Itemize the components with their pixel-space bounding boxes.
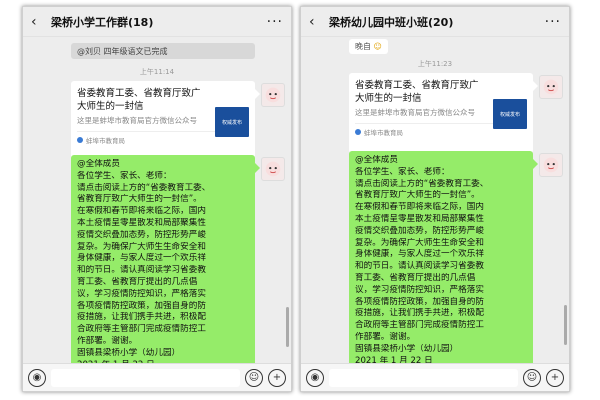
message-line: 作部署。谢谢。	[355, 331, 416, 342]
message-line: 身体健康，与家人度过一个欢乐祥	[77, 253, 206, 264]
bubble-tail	[533, 81, 538, 91]
emoji-icon[interactable]: ☺	[523, 368, 541, 387]
add-icon[interactable]: +	[546, 368, 564, 387]
message-text: @全体成员 各位学生、家长、老师： 请点击阅读上方的“省委教育工委、 省教育厅致广大师…	[355, 155, 527, 363]
message-line: 各项疫情防控政策，加强自身的防	[77, 300, 206, 311]
chat-window-right: ‹ 梁桥幼儿园中班小班(20) ··· 晚自 ☺ 上午11:23 省委教育工委、…	[300, 6, 570, 392]
article-description: 这里是蚌埠市教育局官方微信公众号	[77, 116, 197, 125]
message-line: 合政府等主管部门完成疫情防控工	[355, 320, 484, 331]
avatar[interactable]	[261, 157, 285, 181]
chat-window-left: ‹ 梁桥小学工作群(18) ··· @刘贝 四年级语文已完成 上午11:14 省…	[22, 6, 292, 392]
article-thumbnail: 权威发布	[493, 99, 527, 129]
message-line: 请点击阅读上方的“省委教育工委、	[355, 178, 489, 189]
message-line: 复杂。为确保广大师生生命安全和	[355, 237, 484, 248]
message-line: 在寒假和春节即将来临之际，国内	[77, 206, 206, 217]
message-list[interactable]: @刘贝 四年级语文已完成 上午11:14 省委教育工委、省教育厅致广大师生的一封…	[23, 37, 291, 363]
message-line: 固镇县梁桥小学（幼儿园）	[77, 347, 181, 358]
announcement-message[interactable]: @全体成员 各位学生、家长、老师： 请点击阅读上方的“省委教育工委、 省教育厅致广大师…	[349, 151, 538, 363]
bubble-tail	[255, 89, 260, 99]
chat-header: ‹ 梁桥小学工作群(18) ···	[23, 7, 291, 37]
article-source-name: 蚌埠市教育局	[86, 137, 125, 145]
voice-icon[interactable]: ◉	[28, 368, 46, 387]
back-arrow-icon[interactable]: ‹	[31, 14, 45, 30]
message-line: 复杂。为确保广大师生生命安全和	[77, 241, 206, 252]
previous-message[interactable]: 晚自 ☺	[349, 39, 388, 54]
message-input[interactable]	[51, 368, 240, 387]
message-line: 作部署。谢谢。	[77, 335, 138, 346]
source-logo-icon	[355, 129, 361, 135]
message-text: @全体成员 各位学生、家长、老师： 请点击阅读上方的“省委教育工委、 省教育厅致广大师…	[77, 159, 249, 363]
source-logo-icon	[77, 137, 83, 143]
announcement-message[interactable]: @全体成员 各位学生、家长、老师： 请点击阅读上方的“省委教育工委、 省教育厅致广大师…	[71, 155, 260, 363]
message-line: 省教育厅致广大师生的一封信”。	[355, 190, 480, 201]
article-thumbnail: 权威发布	[215, 107, 249, 137]
article-title: 省委教育工委、省教育厅致广大师生的一封信	[77, 88, 201, 112]
previous-message-text: 晚自	[355, 42, 371, 51]
scrollbar[interactable]	[286, 307, 289, 347]
more-dots-icon[interactable]: ···	[545, 14, 561, 30]
message-line: 议，学习疫情防控知识，严格落实	[355, 284, 484, 295]
message-line: 合政府等主管部门完成疫情防控工	[77, 324, 206, 335]
emoji-icon[interactable]: ☺	[245, 368, 263, 387]
message-line: 在寒假和春节即将来临之际，国内	[355, 202, 484, 213]
message-line: 育工委、省教育厅提出的几点倡	[355, 272, 476, 283]
scrollbar[interactable]	[564, 305, 567, 345]
chat-title: 梁桥小学工作群(18)	[51, 15, 154, 29]
message-line: 疫措施，让我们携手共进，积极配	[77, 312, 206, 323]
message-line: 各位学生、家长、老师：	[77, 170, 172, 181]
message-list[interactable]: 晚自 ☺ 上午11:23 省委教育工委、省教育厅致广大师生的一封信 这里是蚌埠市…	[301, 37, 569, 363]
message-line: 疫措施，让我们携手共进，积极配	[355, 308, 484, 319]
message-line: 各位学生、家长、老师：	[355, 166, 450, 177]
input-bar: ◉ ☺ +	[301, 363, 569, 391]
add-icon[interactable]: +	[268, 368, 286, 387]
more-dots-icon[interactable]: ···	[267, 14, 283, 30]
message-input[interactable]	[329, 368, 518, 387]
article-title: 省委教育工委、省教育厅致广大师生的一封信	[355, 80, 479, 104]
message-line: 本土疫情呈零星散发和局部聚集性	[77, 217, 206, 228]
message-line: @全体成员	[355, 155, 398, 165]
previous-message[interactable]: @刘贝 四年级语文已完成	[71, 43, 255, 59]
message-line: 疫情交织叠加态势，防控形势严峻	[355, 225, 484, 236]
message-line: 2021 年 1 月 22 日	[355, 355, 433, 363]
article-description: 这里是蚌埠市教育局官方微信公众号	[355, 108, 475, 117]
emoji-smile-icon: ☺	[373, 42, 382, 51]
message-line: 固镇县梁桥小学（幼儿园）	[355, 343, 459, 354]
timestamp: 上午11:23	[417, 60, 453, 68]
bubble-tail	[533, 159, 538, 169]
message-line: 疫情交织叠加态势，防控形势严峻	[77, 229, 206, 240]
input-bar: ◉ ☺ +	[23, 363, 291, 391]
article-card[interactable]: 省委教育工委、省教育厅致广大师生的一封信 这里是蚌埠市教育局官方微信公众号 权威…	[71, 81, 260, 161]
message-line: 请点击阅读上方的“省委教育工委、	[77, 182, 211, 193]
message-line: 议，学习疫情防控知识，严格落实	[77, 288, 206, 299]
article-card[interactable]: 省委教育工委、省教育厅致广大师生的一封信 这里是蚌埠市教育局官方微信公众号 权威…	[349, 73, 538, 153]
message-line: 育工委、省教育厅提出的几点倡	[77, 276, 198, 287]
chat-header: ‹ 梁桥幼儿园中班小班(20) ···	[301, 7, 569, 37]
avatar[interactable]	[539, 153, 563, 177]
message-line: 省教育厅致广大师生的一封信”。	[77, 194, 202, 205]
avatar[interactable]	[539, 75, 563, 99]
voice-icon[interactable]: ◉	[306, 368, 324, 387]
timestamp: 上午11:14	[139, 68, 175, 76]
avatar[interactable]	[261, 83, 285, 107]
message-line: 各项疫情防控政策，加强自身的防	[355, 296, 484, 307]
bubble-tail	[255, 163, 260, 173]
message-line: 身体健康，与家人度过一个欢乐祥	[355, 249, 484, 260]
message-line: 和的节日。请认真阅读学习省委教	[77, 265, 206, 276]
message-line: @全体成员	[77, 159, 120, 169]
back-arrow-icon[interactable]: ‹	[309, 14, 323, 30]
article-source-name: 蚌埠市教育局	[364, 129, 403, 137]
message-line: 本土疫情呈零星散发和局部聚集性	[355, 213, 484, 224]
chat-title: 梁桥幼儿园中班小班(20)	[329, 15, 454, 29]
message-line: 和的节日。请认真阅读学习省委教	[355, 261, 484, 272]
